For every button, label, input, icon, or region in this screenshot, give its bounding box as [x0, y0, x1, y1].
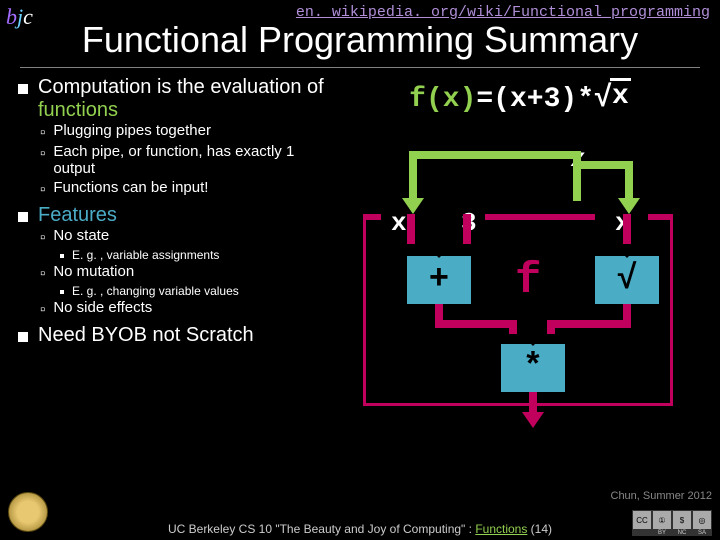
mul-node: * — [501, 344, 565, 392]
chevron-icon: ▫ — [40, 145, 45, 162]
sub-bullet: Plugging pipes together — [53, 122, 211, 139]
sub-bullet: No side effects — [53, 299, 152, 316]
f-label: f — [515, 256, 541, 306]
chevron-icon: ▫ — [40, 124, 45, 141]
subsub-bullet: E. g. , variable assignments — [72, 248, 219, 262]
attribution: Chun, Summer 2012 — [611, 490, 713, 502]
chevron-icon: ▫ — [40, 229, 45, 246]
plus-node: + — [407, 256, 471, 304]
accent-word: functions — [38, 99, 118, 121]
chevron-icon: ▫ — [40, 301, 45, 318]
function-diagram: x x 3 x + √ f — [355, 116, 685, 426]
bullet-column: Computation is the evaluation of functio… — [12, 76, 332, 456]
cc-license-icon: CC①$◎ BYNCSA — [632, 510, 712, 536]
bullet-2: Features — [38, 204, 117, 227]
slide-title: Functional Programming Summary — [0, 19, 720, 61]
chevron-icon: ▫ — [40, 181, 45, 198]
footer: UC Berkeley CS 10 "The Beauty and Joy of… — [0, 522, 720, 536]
square-bullet-icon — [18, 332, 28, 342]
divider — [20, 67, 700, 68]
sqrt-node: √ — [595, 256, 659, 304]
dot-icon — [60, 290, 64, 294]
chevron-icon: ▫ — [40, 265, 45, 282]
sub-bullet: No mutation — [53, 263, 134, 280]
sub-bullet: No state — [53, 227, 109, 244]
footer-link[interactable]: Functions — [475, 522, 527, 536]
sub-bullet: Functions can be input! — [53, 179, 208, 196]
source-url[interactable]: en. wikipedia. org/wiki/Functional_progr… — [0, 0, 720, 21]
bullet-1: Computation is the evaluation of functio… — [38, 76, 332, 122]
bullet-3: Need BYOB not Scratch — [38, 324, 254, 347]
formula: f(x)=(x+3)*√x — [332, 82, 708, 116]
subsub-bullet: E. g. , changing variable values — [72, 284, 239, 298]
dot-icon — [60, 254, 64, 258]
square-bullet-icon — [18, 84, 28, 94]
sub-bullet: Each pipe, or function, has exactly 1 ou… — [53, 143, 332, 177]
square-bullet-icon — [18, 212, 28, 222]
bjc-logo: bjc — [6, 4, 33, 30]
